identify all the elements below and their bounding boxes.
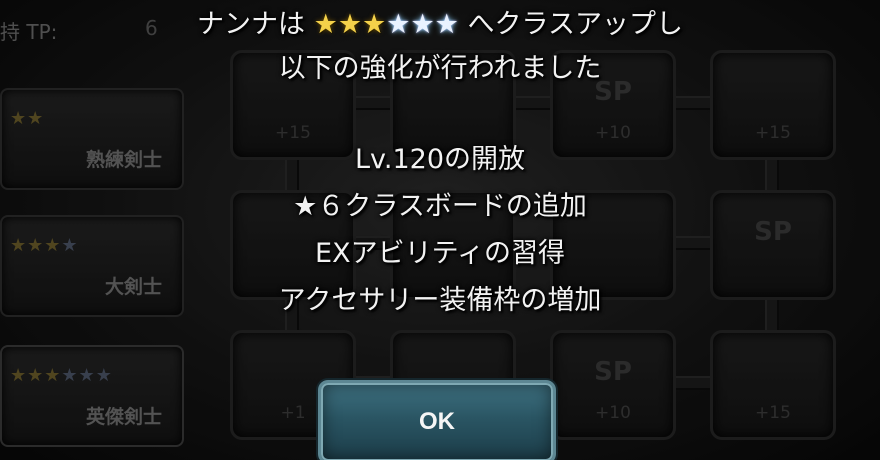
enhancement-intro: 以下の強化が行われました (278, 53, 602, 84)
list-item: ★６クラスボードの追加 (293, 191, 587, 222)
class-up-message: ナンナは ★★★★★★ へクラスアップし (0, 2, 880, 41)
message-suffix: へクラスアップし (467, 9, 683, 40)
ok-button[interactable]: OK (318, 380, 556, 460)
gold-stars-icon: ★★★ (313, 9, 387, 40)
rainbow-stars-icon: ★★★ (386, 9, 459, 40)
enhancement-list: Lv.120の開放 ★６クラスボードの追加 EXアビリティの習得 アクセサリー装… (0, 136, 880, 324)
list-item: アクセサリー装備枠の増加 (278, 285, 602, 316)
message-prefix: ナンナは (197, 9, 306, 40)
list-item: EXアビリティの習得 (315, 238, 565, 269)
class-up-screen: 持 TP: 6 ★★ 熟練剣士 ★★★★ 大剣士 ★★★★★★ 英傑剣士 +15… (0, 0, 880, 460)
list-item: Lv.120の開放 (354, 144, 526, 175)
